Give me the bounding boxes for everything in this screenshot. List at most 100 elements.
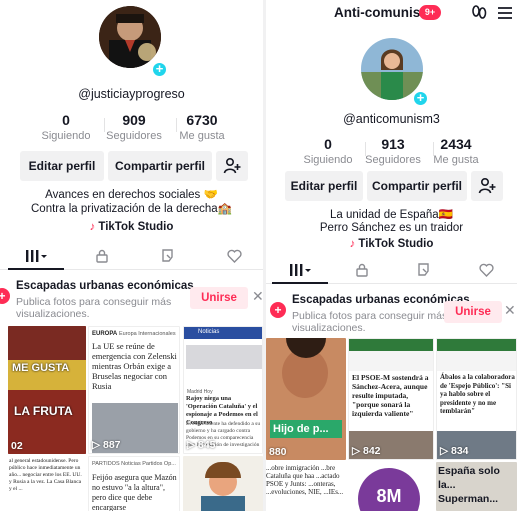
promo-text-line: Publica fotos para conseguir más: [16, 296, 172, 308]
thumb-headline: El PSOE-M sostendrá a Sánchez-Acera, aun…: [352, 373, 429, 418]
bio-line: Contra la privatización de la derecha🏫: [31, 203, 232, 215]
promo-icon: +: [0, 288, 10, 304]
video-thumbnail[interactable]: ...obre inmigración ...bre Cataluña que …: [266, 462, 346, 511]
share-profile-button[interactable]: Compartir perfil: [108, 151, 212, 181]
tab-private[interactable]: [74, 244, 130, 270]
thumb-badge: 8M: [358, 468, 420, 511]
avatar[interactable]: [361, 38, 423, 100]
video-thumbnail[interactable]: Noticias Madrid Hoy Rajoy niega una 'Ope…: [183, 326, 263, 454]
promo-banner: + Escapadas urbanas económicas Publica f…: [266, 290, 517, 338]
grid-icon: [26, 249, 47, 262]
liked-heart-icon: [226, 249, 242, 263]
add-friend-button[interactable]: [216, 151, 248, 181]
view-count: 02: [11, 440, 23, 452]
thumb-overlay-text: España solo la... Superman...: [438, 465, 500, 505]
video-thumbnail[interactable]: España solo la... Superman...: [436, 462, 517, 511]
profile-panel-left: + @justiciayprogreso 0 Siguiendo 909 Seg…: [0, 0, 263, 511]
bio-line: Perro Sánchez es un traidor: [319, 222, 464, 234]
video-thumbnail[interactable]: al general estadounidense. Pero público …: [8, 456, 86, 511]
video-thumbnail[interactable]: Ábalos a la colaboradora de 'Espejo Públ…: [436, 338, 517, 460]
profile-panel-right: Anti-comunism 9+ + @anticomunism3 0 Sigu…: [266, 0, 517, 511]
profile-tabs: [0, 244, 263, 270]
thumb-overlay-text: ME GUSTA: [12, 362, 70, 374]
video-thumbnail[interactable]: [183, 456, 263, 511]
view-count: 887: [103, 439, 121, 451]
thumb-photo: [186, 345, 262, 369]
stat-value: 2434: [440, 136, 472, 152]
view-count: 880: [269, 446, 287, 458]
add-person-icon: [223, 157, 241, 174]
tab-private[interactable]: [334, 258, 390, 284]
stat-likes[interactable]: 6730 Me gusta: [162, 112, 242, 142]
stat-likes[interactable]: 2434 Me gusta: [416, 136, 496, 166]
video-thumbnail[interactable]: EUROPA Europa Internacionales La UE se r…: [88, 326, 180, 454]
add-friend-button[interactable]: [471, 171, 503, 201]
stat-label: Me gusta: [433, 154, 479, 166]
tiktok-studio-link[interactable]: ♪ TikTok Studio: [266, 238, 517, 250]
tab-liked[interactable]: [458, 258, 514, 284]
edit-profile-button[interactable]: Editar perfil: [20, 151, 104, 181]
footprint-icon[interactable]: [470, 4, 488, 22]
tab-videos[interactable]: [8, 244, 64, 270]
add-person-icon: [478, 177, 496, 194]
share-profile-button[interactable]: Compartir perfil: [367, 171, 467, 201]
join-button[interactable]: Unirse: [190, 287, 248, 309]
thumb-headline: Ábalos a la colaboradora de 'Espejo Públ…: [440, 373, 515, 415]
thumb-overlay-text: LA FRUTA: [14, 404, 73, 418]
thumb-headline: La UE se reúne de emergencia con Zelensk…: [92, 341, 177, 391]
profile-stats: 0 Siguiendo 909 Seguidores 6730 Me gusta: [0, 112, 263, 146]
promo-banner: + Escapadas urbanas económicas Publica f…: [0, 276, 263, 324]
bio-line: La unidad de España🇪🇸: [329, 209, 454, 221]
thumb-figure: [205, 462, 241, 478]
thumb-header: [437, 339, 516, 351]
username-title[interactable]: Anti-comunism: [334, 5, 432, 20]
stat-value: 6730: [186, 112, 218, 128]
stat-label: Me gusta: [179, 130, 225, 142]
thumb-source: EUROPA: [92, 331, 118, 337]
video-thumbnail[interactable]: Hijo de p... 880: [266, 338, 346, 460]
thumb-source: Noticias: [184, 327, 262, 339]
play-icon-count: ▷ 842: [352, 445, 381, 457]
promo-title: Escapadas urbanas económicas: [16, 280, 194, 292]
view-count: 842: [363, 445, 381, 457]
join-button[interactable]: Unirse: [444, 301, 502, 323]
tab-reposts[interactable]: [140, 244, 196, 270]
video-thumbnail[interactable]: 8M: [348, 462, 434, 511]
avatar[interactable]: [99, 6, 161, 68]
promo-text: Publica fotos para conseguir más visuali…: [16, 296, 171, 320]
close-icon[interactable]: ✕: [504, 302, 516, 319]
play-icon-count: ▷ 834: [440, 445, 469, 457]
promo-text-line: visualizaciones.: [16, 308, 90, 320]
promo-text-line: visualizaciones.: [292, 322, 366, 334]
edit-profile-button[interactable]: Editar perfil: [285, 171, 363, 201]
thumb-header: [349, 339, 433, 351]
menu-icon[interactable]: [496, 4, 514, 22]
promo-text: Publica fotos para conseguir más visuali…: [292, 310, 447, 334]
thumb-text: al general estadounidense. Pero público …: [9, 458, 82, 492]
add-avatar-button[interactable]: +: [412, 90, 429, 107]
thumb-photo: [349, 351, 433, 371]
thumb-photo: [437, 351, 516, 371]
tiktok-studio-link[interactable]: ♪ TikTok Studio: [0, 221, 263, 233]
add-avatar-button[interactable]: +: [151, 61, 168, 78]
tab-liked[interactable]: [206, 244, 262, 270]
notification-badge: 9+: [419, 5, 441, 20]
view-count: 834: [451, 445, 469, 457]
promo-text-line: Publica fotos para conseguir más: [292, 310, 448, 322]
profile-handle: @justiciayprogreso: [78, 87, 185, 101]
play-icon-count: ▷ 845: [187, 439, 216, 451]
profile-handle: @anticomunism3: [343, 112, 440, 126]
studio-icon: ♪: [89, 221, 96, 233]
studio-label: TikTok Studio: [358, 238, 434, 250]
thumb-nav: Europa Internacionales: [119, 331, 176, 337]
avatar-image: [361, 38, 423, 100]
video-thumbnail[interactable]: El PSOE-M sostendrá a Sánchez-Acera, aun…: [348, 338, 434, 460]
tab-reposts[interactable]: [396, 258, 452, 284]
studio-label: TikTok Studio: [98, 221, 174, 233]
thumb-nav: PARTIDOS Noticias Partidos Op...: [92, 461, 176, 467]
tab-videos[interactable]: [272, 258, 328, 284]
close-icon[interactable]: ✕: [252, 288, 263, 305]
video-thumbnail[interactable]: ME GUSTA LA FRUTA 02: [8, 326, 86, 454]
thumb-band: [8, 326, 86, 360]
video-thumbnail[interactable]: PARTIDOS Noticias Partidos Op... Feijóo …: [88, 456, 180, 511]
